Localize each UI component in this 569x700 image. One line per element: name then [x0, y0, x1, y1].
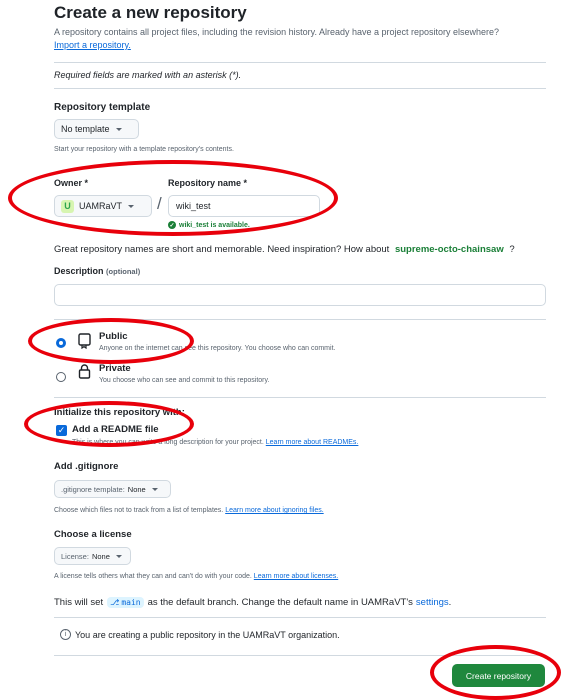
repo-name-status-text: wiki_test is available. [179, 221, 250, 229]
name-suggestion[interactable]: supreme-octo-chainsaw [395, 244, 504, 255]
init-label: Initialize this repository with: [54, 407, 185, 418]
name-hint-text: Great repository names are short and mem… [54, 244, 390, 255]
private-radio[interactable] [56, 372, 66, 382]
gitignore-value: None [127, 484, 146, 494]
chevron-down-icon [128, 204, 135, 208]
gitignore-help-text: Choose which files not to track from a l… [54, 507, 224, 514]
chevron-down-icon [151, 487, 158, 491]
repo-name-status: ✓ wiki_test is available. [168, 221, 250, 229]
gitignore-prefix: .gitignore template: [61, 484, 125, 494]
readme-title: Add a README file [72, 424, 159, 435]
page-subtitle: A repository contains all project files,… [54, 26, 554, 52]
owner-value: UAMRaVT [79, 201, 123, 211]
repo-name-label: Repository name * [168, 178, 248, 188]
branch-note-end: . [448, 597, 452, 608]
template-help: Start your repository with a template re… [54, 146, 234, 153]
info-text: You are creating a public repository in … [75, 629, 340, 640]
license-learn-link[interactable]: Learn more about licenses. [254, 573, 338, 580]
git-branch-icon: ⎇ [110, 598, 120, 607]
chevron-down-icon [115, 127, 122, 131]
gitignore-dropdown[interactable]: .gitignore template: None [54, 480, 171, 498]
branch-chip: ⎇ main [107, 597, 144, 608]
repo-name-input[interactable]: wiki_test [168, 195, 320, 217]
info-icon: i [60, 629, 71, 640]
lock-icon [78, 363, 91, 384]
license-help: A license tells others what they can and… [54, 573, 338, 580]
info-note: i You are creating a public repository i… [60, 629, 340, 640]
gitignore-learn-link[interactable]: Learn more about ignoring files. [225, 507, 323, 514]
license-dropdown[interactable]: License: None [54, 547, 131, 565]
license-label: Choose a license [54, 529, 132, 540]
branch-note-middle: as the default branch. Change the defaul… [147, 597, 413, 608]
name-hint: Great repository names are short and mem… [54, 244, 515, 255]
divider [54, 62, 546, 63]
readme-desc-text: This is where you can write a long descr… [72, 439, 264, 446]
readme-checkbox[interactable]: ✓ [56, 425, 67, 436]
public-radio[interactable] [56, 338, 66, 348]
subtitle-text: A repository contains all project files,… [54, 27, 500, 37]
template-value: No template [61, 124, 110, 134]
public-desc: Anyone on the internet can see this repo… [99, 345, 336, 352]
owner-dropdown[interactable]: U UAMRaVT [54, 195, 152, 217]
divider [54, 319, 546, 320]
divider [54, 397, 546, 398]
license-value: None [91, 551, 110, 561]
branch-name: main [121, 598, 141, 607]
template-dropdown[interactable]: No template [54, 119, 139, 139]
private-title: Private [99, 363, 131, 374]
branch-note-prefix: This will set [54, 597, 104, 608]
readme-desc: This is where you can write a long descr… [72, 439, 358, 446]
public-title: Public [99, 331, 128, 342]
branch-note: This will set ⎇ main as the default bran… [54, 597, 451, 608]
repo-name-value: wiki_test [176, 201, 211, 211]
readme-learn-link[interactable]: Learn more about READMEs. [266, 439, 359, 446]
required-note: Required fields are marked with an aster… [54, 70, 242, 80]
owner-label: Owner * [54, 178, 89, 188]
create-repository-button[interactable]: Create repository [452, 664, 545, 687]
description-label: Description (optional) [54, 266, 140, 276]
gitignore-help: Choose which files not to track from a l… [54, 507, 324, 514]
description-optional: (optional) [106, 267, 141, 276]
repo-public-icon [78, 333, 91, 354]
chevron-down-icon [115, 554, 122, 558]
description-input[interactable] [54, 284, 546, 306]
name-hint-end: ? [509, 244, 515, 255]
owner-avatar: U [61, 199, 74, 213]
divider [54, 88, 546, 89]
license-help-text: A license tells others what they can and… [54, 573, 252, 580]
check-circle-icon: ✓ [168, 221, 176, 229]
owner-repo-separator: / [157, 194, 162, 213]
template-label: Repository template [54, 102, 151, 113]
license-prefix: License: [61, 551, 89, 561]
import-repository-link[interactable]: Import a repository. [54, 40, 131, 50]
divider [54, 655, 546, 656]
page-title: Create a new repository [54, 3, 247, 22]
description-label-text: Description [54, 266, 104, 276]
settings-link[interactable]: settings [416, 597, 449, 608]
gitignore-label: Add .gitignore [54, 461, 119, 472]
divider [54, 617, 546, 618]
private-desc: You choose who can see and commit to thi… [99, 377, 270, 384]
